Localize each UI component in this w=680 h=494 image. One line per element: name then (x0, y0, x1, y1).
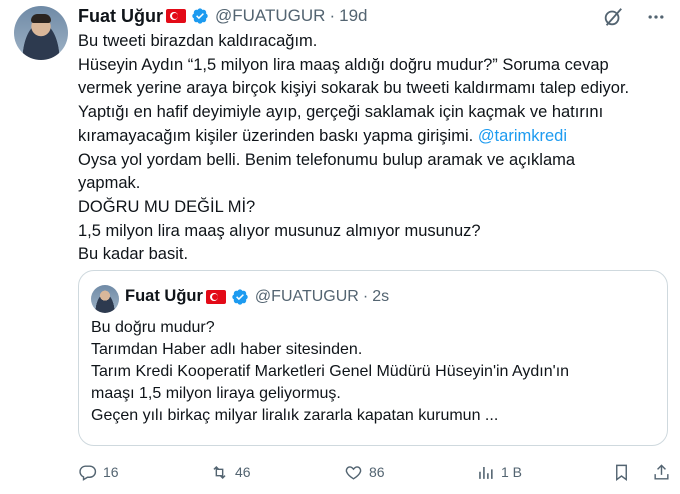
quoted-author-name: Fuat Uğur (125, 287, 203, 305)
tweet-line: 1,5 milyon lira maaş alıyor musunuz almı… (78, 221, 481, 240)
author-name[interactable]: Fuat Uğur (78, 6, 163, 27)
avatar[interactable] (14, 6, 68, 60)
tweet-line: yapmak. (78, 174, 141, 193)
verified-badge-icon (232, 288, 248, 305)
quoted-tweet[interactable]: Fuat Uğur @FUATUGUR · 2s Bu doğru mudur?… (78, 270, 668, 446)
like-icon (345, 465, 362, 480)
author-handle[interactable]: @FUATUGUR (215, 6, 325, 26)
quoted-avatar (91, 285, 119, 313)
more-icon[interactable] (646, 7, 666, 32)
mention-link[interactable]: @tarimkredi (478, 127, 567, 145)
quoted-time: 2s (372, 287, 390, 305)
time-separator: · (362, 287, 369, 305)
tweet-line: Bu tweeti birazdan kaldıracağım. (78, 32, 318, 50)
tweet-time[interactable]: 19d (339, 6, 367, 26)
turkey-flag-icon (166, 9, 186, 23)
repost-count: 46 (235, 464, 251, 480)
quoted-line: Bu doğru mudur? (91, 319, 215, 336)
tweet-line: vermek yerine araya birçok kişiyi sokara… (78, 79, 630, 98)
reply-button[interactable]: 16 (78, 463, 119, 482)
bookmark-button[interactable] (612, 463, 631, 482)
grok-icon[interactable] (602, 6, 624, 33)
tweet-line: Bu kadar basit. (78, 245, 189, 264)
quoted-line: Tarımdan Haber adlı haber sitesinden. (91, 341, 363, 358)
quoted-line: Geçen yılı birkaç milyar liralık zararla… (91, 407, 499, 424)
quoted-text: Bu doğru mudur? Tarımdan Haber adlı habe… (91, 317, 659, 427)
tweet-line-text: kıramayacağım kişiler üzerinden baskı ya… (78, 126, 474, 145)
share-icon (654, 463, 669, 480)
tweet-line: Hüseyin Aydın “1,5 milyon lira maaş aldı… (78, 55, 609, 74)
like-count: 86 (369, 464, 385, 480)
like-button[interactable]: 86 (344, 463, 385, 482)
quoted-author-handle: @FUATUGUR (254, 287, 359, 305)
repost-button[interactable]: 46 (210, 463, 251, 482)
share-button[interactable] (652, 463, 671, 482)
tweet-line: kıramayacağım kişiler üzerinden baskı ya… (78, 125, 668, 149)
reply-icon (79, 464, 97, 481)
repost-icon (213, 465, 226, 479)
tweet-line: Oysa yol yordam belli. Benim telefonumu … (78, 150, 576, 169)
reply-count: 16 (103, 464, 119, 480)
tweet-line: Yaptığı en hafif deyimiyle ayıp, gerçeği… (78, 103, 604, 122)
top-icons (602, 6, 666, 33)
tweet-line: DOĞRU MU DEĞİL Mİ? (78, 197, 256, 216)
views-icon (479, 466, 493, 479)
quoted-line: Tarım Kredi Kooperatif Marketleri Genel … (91, 363, 570, 380)
views-button[interactable]: 1 B (476, 463, 522, 482)
action-bar: 16 46 86 1 B (78, 460, 672, 484)
tweet-text: Bu tweeti birazdan kaldıracağım. Hüseyin… (78, 30, 668, 267)
bookmark-icon (616, 464, 627, 481)
views-count: 1 B (501, 464, 523, 480)
quoted-line: maaşı 1,5 milyon liraya geliyormuş. (91, 385, 341, 402)
tweet: Fuat Uğur @FUATUGUR · 19d Bu tweeti bira… (0, 0, 680, 494)
verified-badge-icon (192, 8, 208, 24)
turkey-flag-icon (205, 289, 226, 304)
tweet-header: Fuat Uğur @FUATUGUR · 19d (78, 4, 367, 28)
time-separator: · (329, 6, 336, 25)
quoted-header: Fuat Uğur @FUATUGUR · 2s (125, 287, 389, 306)
